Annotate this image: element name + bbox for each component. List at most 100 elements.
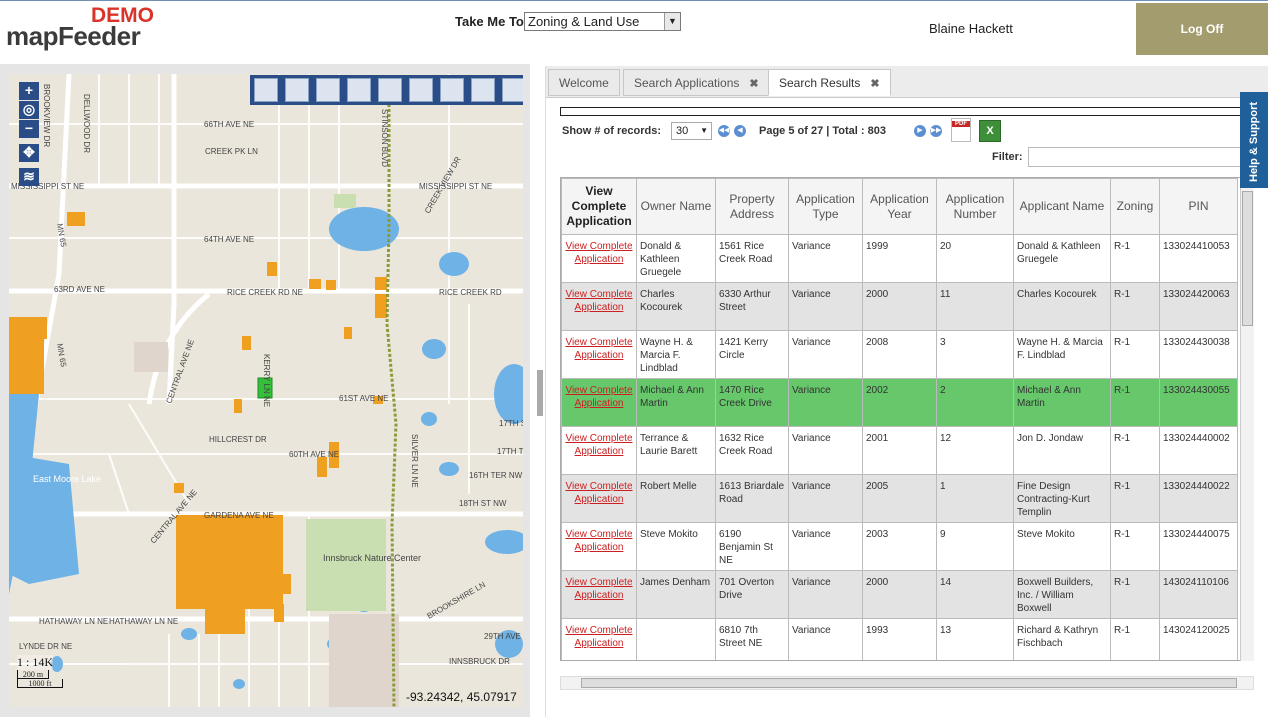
table-row[interactable]: View Complete Application Donald & Kathle… <box>561 234 1238 283</box>
table-cell-applicant: Charles Kocourek <box>1013 282 1111 331</box>
scroll-thumb[interactable] <box>1242 191 1253 326</box>
tab-search-results[interactable]: Search Results ✖ <box>768 69 891 96</box>
table-cell-address: 1421 Kerry Circle <box>715 330 789 379</box>
map-canvas[interactable]: 66TH AVE NE CREEK PK LN MISSISSIPPI ST N… <box>9 74 523 707</box>
records-per-page-select[interactable]: 30 ▼ <box>671 122 712 140</box>
zoom-in-button[interactable]: + <box>19 82 39 100</box>
help-label: Help & Support <box>1248 101 1260 182</box>
zoom-out-button[interactable]: − <box>19 120 39 138</box>
table-row[interactable]: View Complete Application Wayne H. & Marc… <box>561 330 1238 379</box>
table-cell-zoning: R-1 <box>1110 618 1160 660</box>
filter-input[interactable] <box>1028 147 1268 167</box>
table-cell-owner <box>636 618 716 660</box>
column-header[interactable]: Owner Name <box>636 178 716 235</box>
circle-select-icon[interactable] <box>316 78 340 102</box>
view-application-link[interactable]: View Complete Application <box>565 577 632 601</box>
table-cell-link[interactable]: View Complete Application <box>561 378 637 427</box>
table-cell-link[interactable]: View Complete Application <box>561 474 637 523</box>
table-cell-link[interactable]: View Complete Application <box>561 570 637 619</box>
rectangle-select-icon[interactable] <box>347 78 371 102</box>
table-cell-address: 6810 7th Street NE <box>715 618 789 660</box>
first-page-icon[interactable]: ◀◀ <box>718 125 730 137</box>
table-cell-number: 3 <box>936 330 1014 379</box>
vertical-scrollbar[interactable] <box>1240 177 1254 661</box>
column-header[interactable]: Application Year <box>862 178 937 235</box>
map-label: Innsbruck Nature Center <box>323 553 421 563</box>
app-logo: DEMO mapFeeder <box>6 4 166 54</box>
column-header[interactable]: View Complete Application <box>561 178 637 235</box>
locate-icon[interactable]: ✥ <box>19 144 39 162</box>
view-application-link[interactable]: View Complete Application <box>565 481 632 505</box>
column-header[interactable]: Application Number <box>936 178 1014 235</box>
map-label: East Moore Lake <box>33 474 101 484</box>
table-cell-type: Variance <box>788 378 863 427</box>
table-cell-owner: Robert Melle <box>636 474 716 523</box>
column-header[interactable]: Application Type <box>788 178 863 235</box>
app-name: mapFeeder <box>6 21 141 51</box>
map-panel: 66TH AVE NE CREEK PK LN MISSISSIPPI ST N… <box>0 64 530 717</box>
horizontal-scrollbar[interactable] <box>560 676 1254 690</box>
pdf-export-icon[interactable]: PDF <box>951 118 971 142</box>
table-cell-type: Variance <box>788 426 863 475</box>
globe-icon[interactable]: ◎ <box>19 101 39 119</box>
table-cell-year: 2003 <box>862 522 937 571</box>
layers-icon[interactable]: ≋ <box>19 168 39 186</box>
eraser-icon[interactable] <box>471 78 495 102</box>
table-cell-applicant: Michael & Ann Martin <box>1013 378 1111 427</box>
hand-icon[interactable] <box>502 78 523 102</box>
chevron-down-icon[interactable]: ▼ <box>664 13 680 30</box>
table-row[interactable]: View Complete Application Steve Mokito 619… <box>561 522 1238 571</box>
table-row[interactable]: View Complete Application Robert Melle 161… <box>561 474 1238 523</box>
panel-splitter[interactable] <box>537 370 543 416</box>
ruler-icon[interactable] <box>285 78 309 102</box>
table-cell-link[interactable]: View Complete Application <box>561 282 637 331</box>
tab-welcome[interactable]: Welcome <box>548 69 620 96</box>
view-application-link[interactable]: View Complete Application <box>565 385 632 409</box>
table-row[interactable]: View Complete Application 6810 7th Street… <box>561 618 1238 660</box>
last-page-icon[interactable]: ▶▶ <box>930 125 942 137</box>
column-header[interactable]: Zoning <box>1110 178 1160 235</box>
table-row[interactable]: View Complete Application James Denham 701… <box>561 570 1238 619</box>
measure-area-icon[interactable] <box>254 78 278 102</box>
view-application-link[interactable]: View Complete Application <box>565 289 632 313</box>
table-cell-link[interactable]: View Complete Application <box>561 234 637 283</box>
take-me-to-select[interactable]: Zoning & Land Use ▼ <box>524 12 681 31</box>
results-panel: Welcome Search Applications ✖ Search Resu… <box>545 66 1268 717</box>
table-cell-link[interactable]: View Complete Application <box>561 618 637 660</box>
table-cell-address: 1632 Rice Creek Road <box>715 426 789 475</box>
map-label: HATHAWAY LN NE <box>109 617 178 626</box>
results-table-container: View Complete Application Owner Name Pro… <box>560 177 1254 661</box>
view-application-link[interactable]: View Complete Application <box>565 241 632 265</box>
scroll-thumb[interactable] <box>581 678 1237 688</box>
help-support-tab[interactable]: Help & Support <box>1240 92 1268 188</box>
close-icon[interactable]: ✖ <box>870 78 879 90</box>
view-application-link[interactable]: View Complete Application <box>565 529 632 553</box>
logoff-button[interactable]: Log Off <box>1136 3 1268 55</box>
next-page-icon[interactable]: ▶ <box>914 125 926 137</box>
table-cell-type: Variance <box>788 234 863 283</box>
table-cell-year: 1999 <box>862 234 937 283</box>
table-cell-zoning: R-1 <box>1110 234 1160 283</box>
view-application-link[interactable]: View Complete Application <box>565 337 632 361</box>
view-application-link[interactable]: View Complete Application <box>565 625 632 649</box>
table-row[interactable]: View Complete Application Terrance & Laur… <box>561 426 1238 475</box>
excel-export-icon[interactable]: X <box>979 120 1001 142</box>
pan-arrows-icon[interactable] <box>409 78 433 102</box>
map-label: BROOKVIEW DR <box>42 84 51 147</box>
column-header[interactable]: Applicant Name <box>1013 178 1111 235</box>
view-application-link[interactable]: View Complete Application <box>565 433 632 457</box>
polygon-select-icon[interactable] <box>378 78 402 102</box>
table-row[interactable]: View Complete Application Michael & Ann M… <box>561 378 1238 427</box>
table-cell-link[interactable]: View Complete Application <box>561 522 637 571</box>
tab-search-applications[interactable]: Search Applications ✖ <box>623 69 770 96</box>
column-header[interactable]: PIN <box>1159 178 1238 235</box>
table-cell-link[interactable]: View Complete Application <box>561 426 637 475</box>
table-row[interactable]: View Complete Application Charles Kocoure… <box>561 282 1238 331</box>
close-icon[interactable]: ✖ <box>749 78 758 90</box>
prev-page-icon[interactable]: ◀ <box>734 125 746 137</box>
table-cell-link[interactable]: View Complete Application <box>561 330 637 379</box>
table-cell-owner: Donald & Kathleen Gruegele <box>636 234 716 283</box>
table-cell-year: 2002 <box>862 378 937 427</box>
column-header[interactable]: Property Address <box>715 178 789 235</box>
line-select-icon[interactable] <box>440 78 464 102</box>
